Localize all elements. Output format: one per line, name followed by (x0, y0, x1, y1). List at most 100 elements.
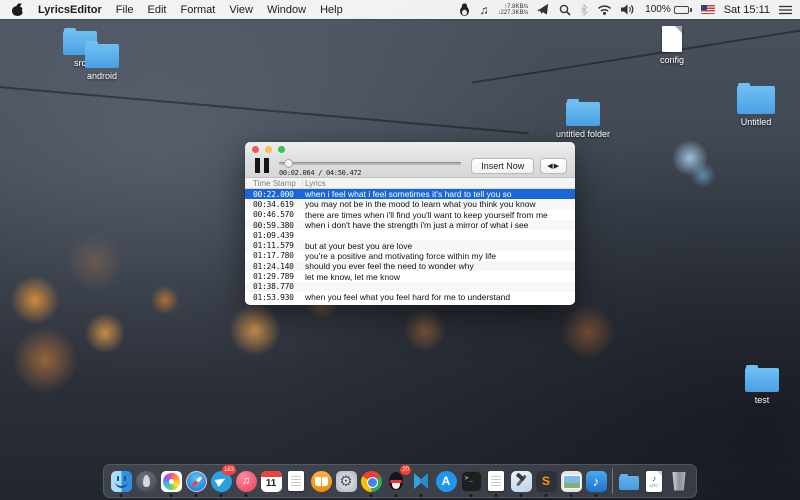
table-row[interactable]: 00:59.380when i don't have the strength … (245, 220, 575, 230)
desktop-icon-untitled-folder[interactable]: untitled folder (545, 102, 621, 139)
textedit-icon (488, 471, 504, 491)
music-icon: ♫ (236, 471, 257, 492)
desktop-icon-test[interactable]: test (732, 368, 792, 405)
dock-item-telegram[interactable]: 163 (210, 468, 232, 494)
dock-item-sublime-text[interactable]: S (535, 468, 557, 494)
folder-icon (85, 44, 119, 68)
vscode-icon (411, 471, 432, 492)
desktop-wallpaper: LyricsEditor File Edit Format View Windo… (0, 0, 800, 500)
xcode-icon (511, 471, 532, 492)
dock-item-chrome[interactable] (360, 468, 382, 494)
table-row[interactable]: 01:09.439 (245, 230, 575, 240)
insert-now-button[interactable]: Insert Now (471, 158, 534, 174)
battery-indicator[interactable]: 100% (645, 4, 692, 15)
menu-app-name[interactable]: LyricsEditor (38, 4, 102, 16)
column-header-lyrics[interactable]: Lyrics (302, 179, 326, 188)
table-row[interactable]: 01:11.579but at your best you are love (245, 240, 575, 250)
desktop-icon-untitled[interactable]: Untitled (726, 86, 786, 127)
seek-stepper[interactable]: ◀ ▶ (540, 158, 567, 174)
player-toolbar: 00:02.064 / 04:50.472 Insert Now ◀ ▶ (245, 156, 575, 178)
table-row[interactable]: 00:34.619you may not be in the mood to l… (245, 199, 575, 209)
desktop-icon-android[interactable]: android (72, 44, 132, 81)
dock-item-ibooks[interactable] (310, 468, 332, 494)
dock-item-photos[interactable] (160, 468, 182, 494)
folder-icon (745, 368, 779, 392)
search-icon[interactable] (559, 4, 571, 16)
menu-help[interactable]: Help (320, 4, 343, 16)
dock-item-lrc-file[interactable]: ♪LRC (643, 468, 665, 494)
pause-button[interactable] (255, 158, 269, 173)
menu-file[interactable]: File (116, 4, 134, 16)
system-preferences-icon: ⚙ (336, 471, 357, 492)
input-language-flag-icon[interactable] (701, 5, 715, 14)
dock-separator (612, 468, 613, 494)
chrome-icon (361, 471, 382, 492)
dock-folder-icon (619, 476, 639, 490)
dock-item-finder[interactable] (110, 468, 132, 494)
document-icon (662, 26, 682, 52)
desktop-icon-config[interactable]: config (642, 26, 702, 65)
dock-item-qq[interactable]: 20 (385, 468, 407, 494)
dock-item-launchpad[interactable] (135, 468, 157, 494)
window-title-bar[interactable] (245, 142, 575, 156)
menu-edit[interactable]: Edit (148, 4, 167, 16)
music-menu-icon[interactable]: ♫ (479, 3, 488, 17)
qq-badge: 20 (400, 465, 411, 475)
minimize-button[interactable] (265, 146, 272, 153)
slider-track[interactable] (279, 162, 461, 165)
menu-format[interactable]: Format (180, 4, 215, 16)
time-display: 00:02.064 / 04:50.472 (279, 169, 361, 177)
folder-icon (737, 86, 775, 114)
volume-icon[interactable] (621, 4, 636, 15)
dock-item-vscode[interactable] (410, 468, 432, 494)
menu-bar: LyricsEditor File Edit Format View Windo… (0, 0, 800, 19)
notification-center-icon[interactable] (779, 5, 792, 15)
dock-item-downloads-folder[interactable] (618, 468, 640, 494)
table-row[interactable]: 00:22.000when i feel what i feel sometim… (245, 189, 575, 199)
table-row[interactable]: 01:53.930when you feel what you feel har… (245, 292, 575, 302)
dock-item-safari[interactable] (185, 468, 207, 494)
menu-window[interactable]: Window (267, 4, 306, 16)
menu-view[interactable]: View (229, 4, 253, 16)
dock-item-system-preferences[interactable]: ⚙ (335, 468, 357, 494)
zoom-button[interactable] (278, 146, 285, 153)
apple-menu-icon[interactable] (12, 3, 24, 16)
trash-icon (672, 472, 687, 491)
ibooks-icon (311, 471, 332, 492)
network-speed-indicator[interactable]: ↑7.8KB/s ↓227.3KB/s (497, 4, 528, 16)
wallpaper-wire (472, 28, 800, 83)
bluetooth-icon[interactable] (580, 4, 588, 16)
calendar-icon: 11 (261, 471, 282, 492)
sublime-text-icon: S (536, 471, 557, 492)
preview-icon (561, 471, 582, 492)
column-divider (302, 179, 303, 187)
lyrics-editor-icon: ♪ (586, 471, 607, 492)
finder-icon (111, 471, 132, 492)
table-row[interactable]: 01:17.780you're a positive and motivatin… (245, 251, 575, 261)
dock-item-notes[interactable] (285, 468, 307, 494)
dock-item-app-store[interactable]: A (435, 468, 457, 494)
table-row[interactable]: 01:38.770 (245, 282, 575, 292)
seek-forward-icon[interactable]: ▶ (554, 162, 560, 170)
slider-knob[interactable] (284, 159, 293, 168)
dock-item-preview[interactable] (560, 468, 582, 494)
dock-item-textedit[interactable] (485, 468, 507, 494)
telegram-menu-icon[interactable] (536, 3, 551, 17)
table-row[interactable]: 01:29.789let me know, let me know (245, 271, 575, 281)
dock-item-calendar[interactable]: 11 (260, 468, 282, 494)
menu-clock[interactable]: Sat 15:11 (724, 4, 770, 16)
dock-item-terminal[interactable]: >_ (460, 468, 482, 494)
dock-item-music[interactable]: ♫ (235, 468, 257, 494)
dock-item-trash[interactable] (668, 468, 690, 494)
column-header-timestamp[interactable]: Time Stamp (245, 179, 302, 188)
table-header: Time Stamp Lyrics (245, 178, 575, 189)
close-button[interactable] (252, 146, 259, 153)
wifi-icon[interactable] (597, 4, 612, 15)
qq-menu-icon[interactable] (459, 3, 470, 16)
dock-item-lyrics-editor[interactable]: ♪ (585, 468, 607, 494)
table-row[interactable]: 01:24.140should you ever feel the need t… (245, 261, 575, 271)
wallpaper-wire (0, 84, 529, 135)
lyrics-table: 00:22.000when i feel what i feel sometim… (245, 189, 575, 302)
table-row[interactable]: 00:46.570there are times when i'll find … (245, 210, 575, 220)
dock-item-xcode[interactable] (510, 468, 532, 494)
